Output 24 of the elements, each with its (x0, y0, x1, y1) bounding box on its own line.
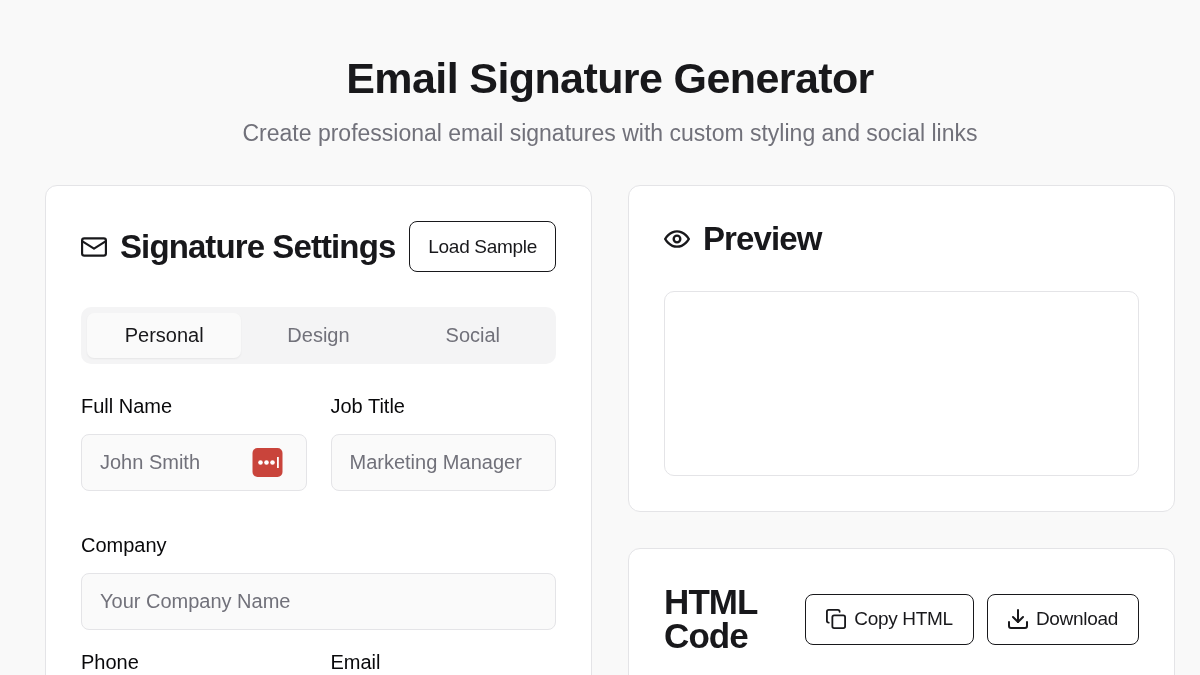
card-title: Signature Settings (120, 228, 396, 265)
copy-button[interactable]: Copy HTML (805, 593, 974, 645)
download-button[interactable]: Download (986, 593, 1139, 645)
input-field[interactable]: Marketing Manager (330, 434, 556, 491)
page-subtitle: Create professional email signatures with custom styling and social links (241, 119, 979, 147)
field-label: Company (81, 533, 167, 557)
load-sample-button[interactable]: Load Sample (409, 221, 556, 272)
eye-icon (664, 230, 690, 248)
copy-icon (826, 609, 847, 629)
card-title: HTML Code (664, 585, 757, 653)
tab[interactable]: Design (241, 313, 396, 358)
field-label: Full Name (81, 394, 173, 418)
tab[interactable]: Personal (87, 313, 242, 358)
field-label: Phone (81, 652, 139, 672)
envelope-icon (81, 236, 107, 257)
card-title: Preview (703, 221, 822, 257)
field-label: Email (330, 652, 381, 672)
page-title: Email Signature Generator (345, 53, 875, 104)
download-icon (1007, 609, 1028, 629)
dots-icon[interactable] (251, 448, 283, 477)
field-label: Job Title (330, 394, 405, 418)
tab[interactable]: Social (395, 313, 550, 358)
input-field[interactable]: John Smith (81, 434, 307, 491)
input-field[interactable]: Your Company Name (81, 573, 556, 630)
